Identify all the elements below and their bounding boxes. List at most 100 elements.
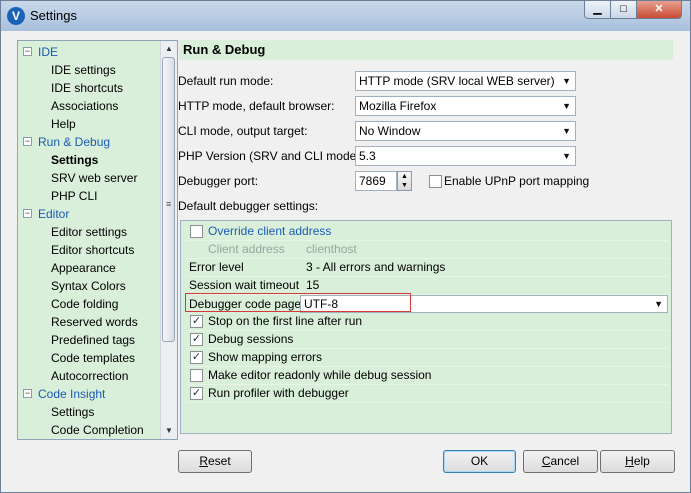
upnp-label: Enable UPnP port mapping <box>444 174 590 188</box>
debug-option-checkbox[interactable]: ✓ <box>190 333 203 346</box>
debugger-port-input[interactable]: 7869 <box>355 171 397 191</box>
tree-category[interactable]: Editor <box>38 205 69 223</box>
php-version-value: 5.3 <box>359 149 376 163</box>
session-timeout-value[interactable]: 15 <box>306 277 319 293</box>
http-browser-select[interactable]: Mozilla Firefox ▼ <box>355 96 576 116</box>
scroll-thumb[interactable]: ≡ <box>162 57 175 342</box>
tree-item-label: PHP CLI <box>51 189 98 203</box>
reset-button[interactable]: Reset <box>178 450 252 473</box>
debug-option-label: Debug sessions <box>208 332 294 346</box>
debugger-port-stepper[interactable]: ▲ ▼ <box>397 171 412 191</box>
tree-item[interactable]: Editor settings <box>51 223 127 241</box>
tree-item-label: SRV web server <box>51 171 138 185</box>
tree-item[interactable]: Editor shortcuts <box>51 241 134 259</box>
client-address-value: clienthost <box>306 242 357 256</box>
tree-item-label: IDE settings <box>51 63 116 77</box>
help-button[interactable]: Help <box>600 450 675 473</box>
tree-item[interactable]: Associations <box>51 97 118 115</box>
cli-output-select[interactable]: No Window ▼ <box>355 121 576 141</box>
debug-option-checkbox[interactable]: ✓ <box>190 351 203 364</box>
spin-down-icon[interactable]: ▼ <box>398 181 411 190</box>
php-version-select[interactable]: 5.3 ▼ <box>355 146 576 166</box>
debug-option-checkbox[interactable]: ✓ <box>190 315 203 328</box>
page-title: Run & Debug <box>179 40 673 60</box>
tree-category[interactable]: Code Insight <box>38 385 105 403</box>
cancel-button[interactable]: Cancel <box>523 450 598 473</box>
debug-option-row[interactable]: ✓ Show mapping errors <box>186 349 668 367</box>
tree-item[interactable]: Code Completion <box>51 421 144 439</box>
collapse-icon[interactable]: − <box>23 389 32 398</box>
tree-item[interactable]: Help <box>51 115 76 133</box>
tree-item[interactable]: Code folding <box>51 295 118 313</box>
close-button[interactable]: ✕ <box>636 1 682 19</box>
tree-item[interactable]: Code templates <box>51 349 135 367</box>
tree-item-label: Code Completion <box>51 423 144 437</box>
tree-item-label: Predefined tags <box>51 333 136 347</box>
error-level-value[interactable]: 3 - All errors and warnings <box>306 259 445 275</box>
cli-output-label: CLI mode, output target: <box>178 124 308 138</box>
tree-item[interactable]: Syntax Colors <box>51 277 126 295</box>
tree-category[interactable]: Run & Debug <box>38 133 110 151</box>
debug-option-checkbox[interactable] <box>190 369 203 382</box>
maximize-button[interactable]: □ <box>610 1 637 19</box>
upnp-checkbox[interactable] <box>429 175 442 188</box>
scroll-up-icon[interactable]: ▲ <box>161 41 177 57</box>
default-run-mode-value: HTTP mode (SRV local WEB server) <box>359 74 555 88</box>
tree-item[interactable]: Predefined tags <box>51 331 135 349</box>
tree-scrollbar[interactable]: ▲ ≡ ▼ <box>160 41 177 439</box>
minimize-button[interactable]: ▁ <box>584 1 611 19</box>
override-checkbox[interactable] <box>190 225 203 238</box>
tree-item-label: Syntax Colors <box>51 279 126 293</box>
debug-option-label: Make editor readonly while debug session <box>208 368 432 382</box>
settings-window: V Settings ▁ □ ✕ IDE − IDE settings IDE sho… <box>0 0 691 493</box>
http-browser-label: HTTP mode, default browser: <box>178 99 335 113</box>
error-level-row[interactable]: Error level 3 - All errors and warnings <box>186 259 668 277</box>
tree-item-label: Help <box>51 117 76 131</box>
debug-option-row[interactable]: ✓ Run profiler with debugger <box>186 385 668 403</box>
debug-option-row[interactable]: Make editor readonly while debug session <box>186 367 668 385</box>
tree-item-label: IDE <box>38 45 59 59</box>
collapse-icon[interactable]: − <box>23 47 32 56</box>
default-run-mode-label: Default run mode: <box>178 74 274 88</box>
tree-item-label: Associations <box>51 99 119 113</box>
tree-item-label: Appearance <box>51 261 116 275</box>
title-bar: V Settings ▁ □ ✕ <box>1 1 690 31</box>
session-timeout-label: Session wait timeout <box>189 278 300 292</box>
collapse-icon[interactable]: − <box>23 209 32 218</box>
settings-tree: IDE − IDE settings IDE shortcuts Association… <box>17 40 178 440</box>
tree-item-label: Settings <box>51 405 95 419</box>
debug-option-row[interactable]: ✓ Debug sessions <box>186 331 668 349</box>
scroll-down-icon[interactable]: ▼ <box>161 423 177 439</box>
tree-item[interactable]: Settings <box>51 151 98 169</box>
php-version-label: PHP Version (SRV and CLI modes): <box>178 149 370 163</box>
tree-item-label: Editor shortcuts <box>51 243 135 257</box>
tree-item[interactable]: Appearance <box>51 259 116 277</box>
tree-item[interactable]: SRV web server <box>51 169 137 187</box>
error-level-label: Error level <box>189 260 244 274</box>
checkmark-icon: ✓ <box>191 351 202 363</box>
tree-item[interactable]: Autocorrection <box>51 367 128 385</box>
chevron-down-icon: ▼ <box>562 76 571 86</box>
tree-item[interactable]: IDE settings <box>51 61 116 79</box>
tree-item-label: Editor settings <box>51 225 128 239</box>
override-row[interactable]: Override client address <box>186 223 668 241</box>
tree-item-label: IDE shortcuts <box>51 81 124 95</box>
tree-item-label: Settings <box>51 153 99 167</box>
tree-item[interactable]: IDE shortcuts <box>51 79 123 97</box>
tree-category[interactable]: IDE <box>38 43 58 61</box>
chevron-down-icon: ▼ <box>654 299 663 309</box>
tree-item[interactable]: PHP CLI <box>51 187 97 205</box>
ok-button[interactable]: OK <box>443 450 516 473</box>
debug-option-row[interactable]: ✓ Stop on the first line after run <box>186 313 668 331</box>
tree-item-label: Code folding <box>51 297 119 311</box>
collapse-icon[interactable]: − <box>23 137 32 146</box>
client-address-row: Client address clienthost <box>186 241 668 259</box>
default-run-mode-select[interactable]: HTTP mode (SRV local WEB server) ▼ <box>355 71 576 91</box>
debugger-settings-panel: Override client address Client address c… <box>180 220 672 434</box>
spin-up-icon[interactable]: ▲ <box>398 172 411 181</box>
tree-item[interactable]: Settings <box>51 403 94 421</box>
tree-item[interactable]: Reserved words <box>51 313 138 331</box>
tree-item-label: Run & Debug <box>38 135 111 149</box>
debug-option-checkbox[interactable]: ✓ <box>190 387 203 400</box>
dialog-body: IDE − IDE settings IDE shortcuts Association… <box>9 31 682 486</box>
